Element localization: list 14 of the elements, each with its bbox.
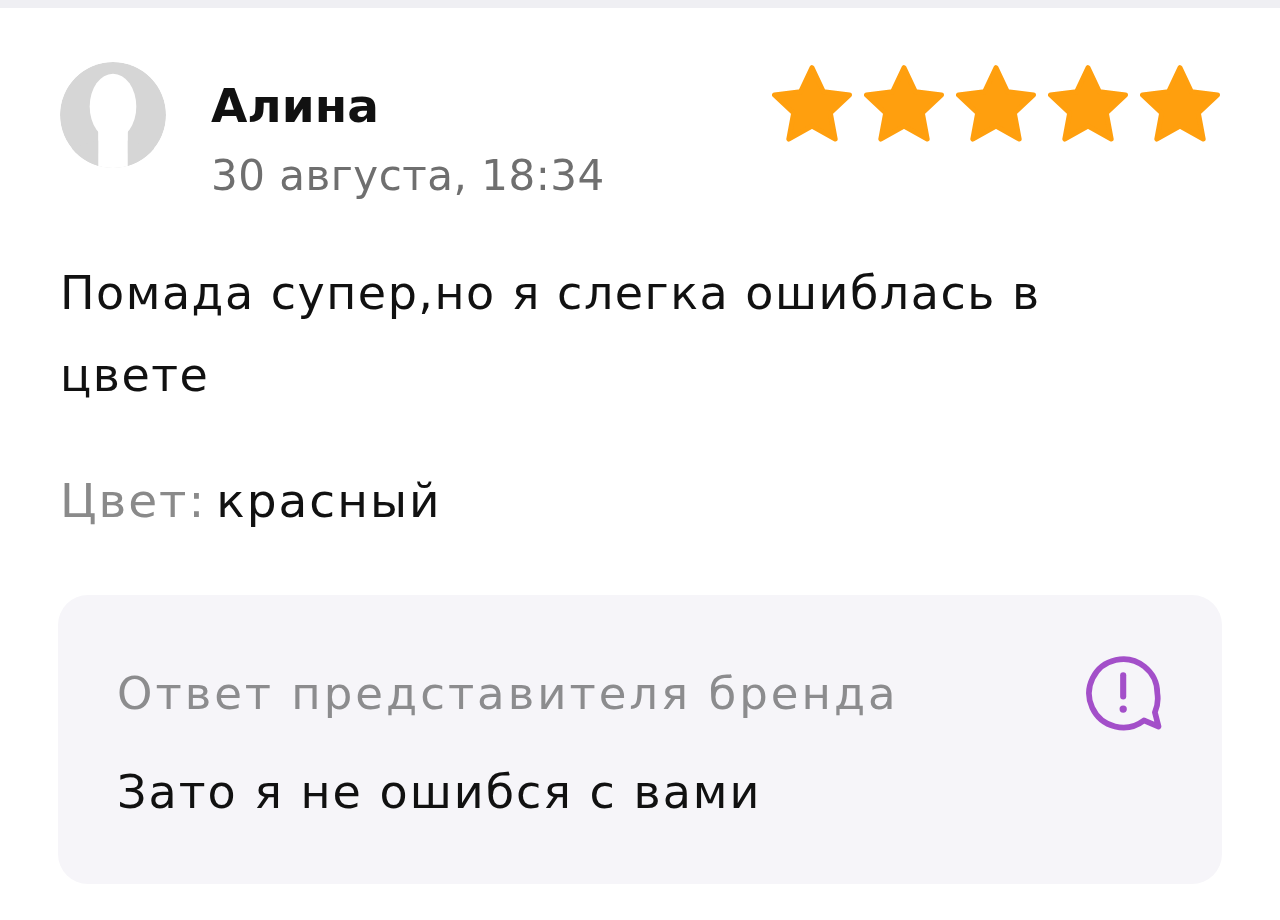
speech-bubble-exclamation-icon xyxy=(1085,655,1163,733)
attribute-value: красный xyxy=(216,473,442,529)
review-date: 30 августа, 18:34 xyxy=(211,150,605,202)
star-icon xyxy=(1048,64,1128,144)
review-text: Помада супер,но я слегка ошиблась в цвете xyxy=(60,265,1042,404)
brand-reply-title: Ответ представителя бренда xyxy=(117,666,899,722)
star-icon xyxy=(956,64,1036,144)
star-icon xyxy=(1140,64,1220,144)
star-icon xyxy=(864,64,944,144)
avatar-icon xyxy=(60,62,166,168)
author-name: Алина xyxy=(211,78,380,134)
brand-reply-text: Зато я не ошибся с вами xyxy=(117,764,763,820)
attribute-label: Цвет: xyxy=(60,473,207,529)
star-icon xyxy=(772,64,852,144)
